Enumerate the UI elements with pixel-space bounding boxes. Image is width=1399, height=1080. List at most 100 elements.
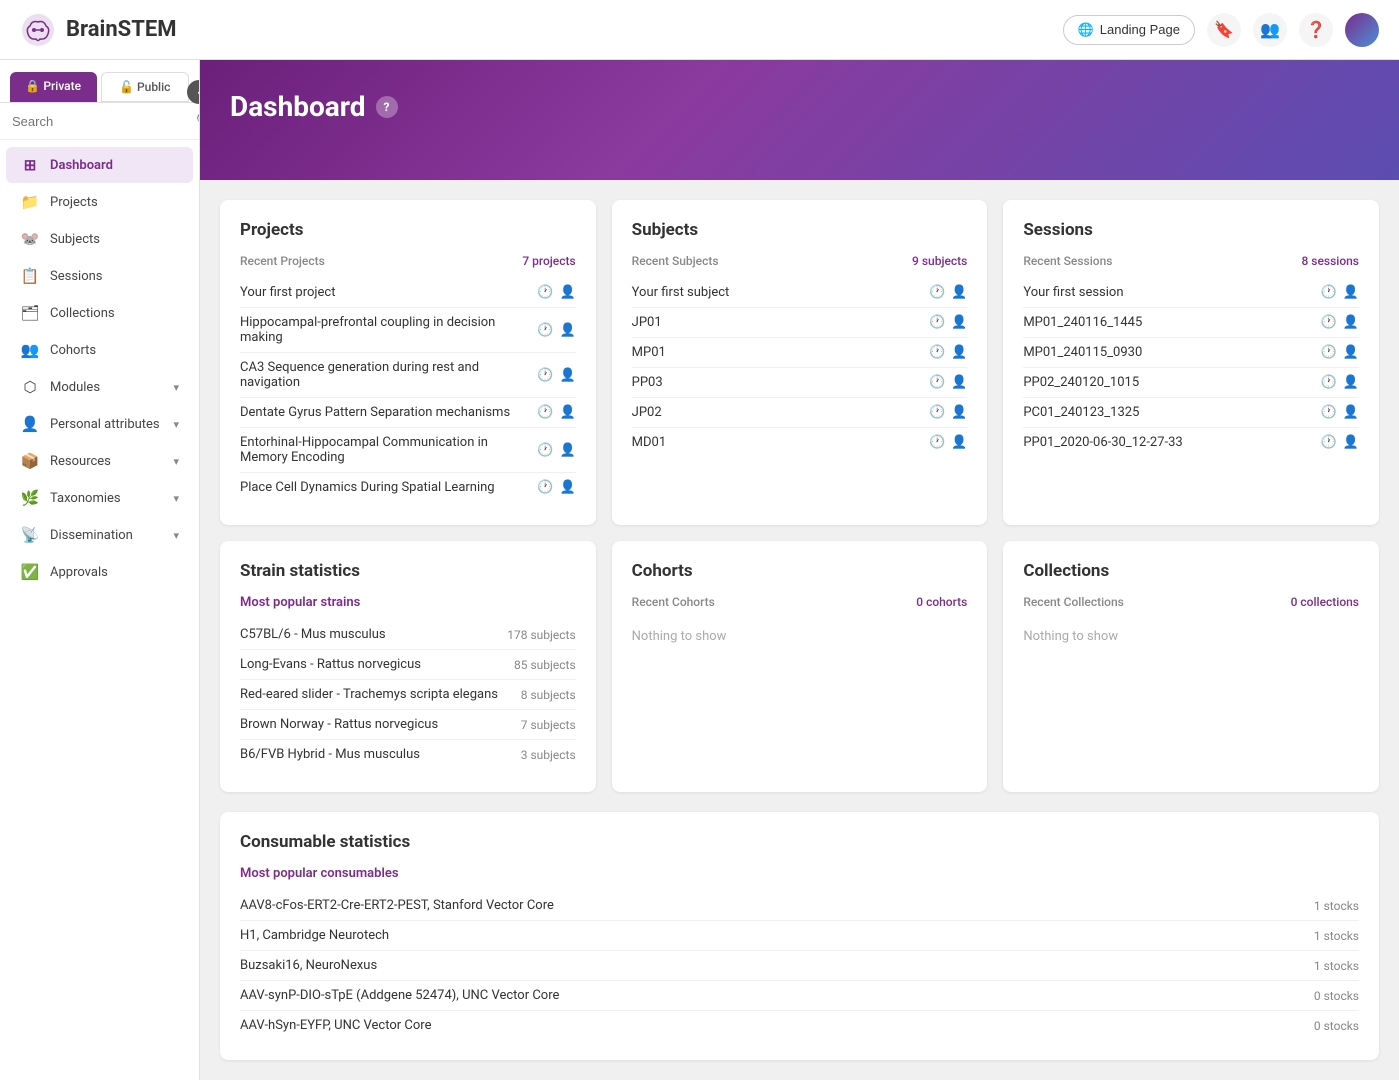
dashboard-help-icon[interactable]: ?: [376, 96, 398, 118]
user-icon: 👤: [951, 375, 967, 390]
subject-item[interactable]: JP02 🕐👤: [632, 398, 968, 428]
project-item[interactable]: Entorhinal-Hippocampal Communication in …: [240, 428, 576, 473]
subjects-card-title: Subjects: [632, 220, 968, 240]
lock-icon: 🔒: [25, 79, 40, 93]
strain-item[interactable]: Red-eared slider - Trachemys scripta ele…: [240, 680, 576, 710]
user-icon: 👤: [559, 480, 575, 495]
approvals-icon: ✅: [20, 563, 40, 581]
search-input[interactable]: [12, 114, 188, 129]
cohorts-icon: 👥: [20, 341, 40, 359]
sidebar-item-collections[interactable]: 🗂 Collections: [6, 295, 193, 331]
consumable-stats-subheader: Most popular consumables: [240, 866, 1359, 881]
clock-icon: 🕐: [929, 345, 945, 360]
dashboard-title: Dashboard ?: [230, 90, 1369, 123]
session-item[interactable]: MP01_240116_1445 🕐👤: [1023, 308, 1359, 338]
sessions-card-title: Sessions: [1023, 220, 1359, 240]
consumable-stats-card: Consumable statistics Most popular consu…: [220, 812, 1379, 1060]
cohorts-card-title: Cohorts: [632, 561, 968, 581]
consumable-stats-list: AAV8-cFos-ERT2-Cre-ERT2-PEST, Stanford V…: [240, 891, 1359, 1040]
strain-item[interactable]: Long-Evans - Rattus norvegicus 85 subjec…: [240, 650, 576, 680]
cohorts-empty: Nothing to show: [632, 619, 968, 654]
projects-section-label: Recent Projects: [240, 254, 325, 268]
clock-icon: 🕐: [929, 435, 945, 450]
tab-private[interactable]: 🔒 Private: [10, 72, 97, 102]
sidebar-item-modules[interactable]: ⬡ Modules ▾: [6, 369, 193, 405]
project-item[interactable]: Dentate Gyrus Pattern Separation mechani…: [240, 398, 576, 428]
cohorts-card: Cohorts Recent Cohorts 0 cohorts Nothing…: [612, 541, 988, 792]
session-item[interactable]: MP01_240115_0930 🕐👤: [1023, 338, 1359, 368]
navbar-actions: 🌐 Landing Page 🔖 👥 ❓: [1063, 13, 1379, 47]
help-button[interactable]: ❓: [1299, 13, 1333, 47]
sidebar-item-taxonomies[interactable]: 🌿 Taxonomies ▾: [6, 480, 193, 516]
collections-section-header: Recent Collections 0 collections: [1023, 595, 1359, 609]
subjects-section-label: Recent Subjects: [632, 254, 719, 268]
sidebar-item-dissemination[interactable]: 📡 Dissemination ▾: [6, 517, 193, 553]
user-icon: 👤: [559, 285, 575, 300]
clock-icon: 🕐: [537, 323, 553, 338]
public-lock-icon: 🔓: [119, 80, 134, 94]
user-icon: 👤: [559, 443, 575, 458]
dashboard-icon: ⊞: [20, 156, 40, 174]
logo-icon: [20, 12, 56, 48]
sidebar-item-projects[interactable]: 📁 Projects: [6, 184, 193, 220]
sessions-card: Sessions Recent Sessions 8 sessions Your…: [1003, 200, 1379, 525]
dissemination-chevron: ▾: [173, 529, 179, 542]
sidebar-item-approvals[interactable]: ✅ Approvals: [6, 554, 193, 590]
sidebar-item-resources[interactable]: 📦 Resources ▾: [6, 443, 193, 479]
sidebar-item-dashboard[interactable]: ⊞ Dashboard: [6, 147, 193, 183]
user-icon: 👤: [1343, 285, 1359, 300]
modules-icon: ⬡: [20, 378, 40, 396]
app-logo[interactable]: BrainSTEM: [20, 12, 1063, 48]
strain-item[interactable]: Brown Norway - Rattus norvegicus 7 subje…: [240, 710, 576, 740]
sidebar-tabs: 🔒 Private 🔓 Public: [0, 60, 199, 103]
sidebar-nav: ⊞ Dashboard 📁 Projects 🐭 Subjects 📋 Sess…: [0, 140, 199, 597]
strain-item[interactable]: B6/FVB Hybrid - Mus musculus 3 subjects: [240, 740, 576, 769]
landing-page-button[interactable]: 🌐 Landing Page: [1063, 15, 1195, 45]
collections-empty: Nothing to show: [1023, 619, 1359, 654]
consumable-item[interactable]: AAV8-cFos-ERT2-Cre-ERT2-PEST, Stanford V…: [240, 891, 1359, 921]
sidebar-item-cohorts[interactable]: 👥 Cohorts: [6, 332, 193, 368]
dashboard-header: Dashboard ?: [200, 60, 1399, 180]
project-item[interactable]: CA3 Sequence generation during rest and …: [240, 353, 576, 398]
project-item[interactable]: Place Cell Dynamics During Spatial Learn…: [240, 473, 576, 502]
avatar[interactable]: [1345, 13, 1379, 47]
session-item[interactable]: PP02_240120_1015 🕐👤: [1023, 368, 1359, 398]
project-item[interactable]: Your first project 🕐👤: [240, 278, 576, 308]
session-item[interactable]: PC01_240123_1325 🕐👤: [1023, 398, 1359, 428]
user-icon: 👤: [1343, 375, 1359, 390]
personal-attr-chevron: ▾: [173, 418, 179, 431]
consumable-item[interactable]: Buzsaki16, NeuroNexus 1 stocks: [240, 951, 1359, 981]
consumable-item[interactable]: AAV-synP-DIO-sTpE (Addgene 52474), UNC V…: [240, 981, 1359, 1011]
strain-stats-card: Strain statistics Most popular strains C…: [220, 541, 596, 792]
sidebar-item-personal-attributes[interactable]: 👤 Personal attributes ▾: [6, 406, 193, 442]
subject-item[interactable]: Your first subject 🕐👤: [632, 278, 968, 308]
clock-icon: 🕐: [537, 480, 553, 495]
subject-item[interactable]: MD01 🕐👤: [632, 428, 968, 457]
consumable-section: Consumable statistics Most popular consu…: [200, 812, 1399, 1080]
session-item[interactable]: Your first session 🕐👤: [1023, 278, 1359, 308]
projects-list: Your first project 🕐👤 Hippocampal-prefro…: [240, 278, 576, 502]
sidebar-item-sessions[interactable]: 📋 Sessions: [6, 258, 193, 294]
user-icon: 👤: [1343, 435, 1359, 450]
projects-section-count: 7 projects: [522, 254, 575, 268]
clock-icon: 🕐: [929, 315, 945, 330]
sidebar-search: 🔍: [0, 103, 199, 140]
session-item[interactable]: PP01_2020-06-30_12-27-33 🕐👤: [1023, 428, 1359, 457]
clock-icon: 🕐: [1321, 285, 1337, 300]
consumable-item[interactable]: AAV-hSyn-EYFP, UNC Vector Core 0 stocks: [240, 1011, 1359, 1040]
users-button[interactable]: 👥: [1253, 13, 1287, 47]
subject-item[interactable]: PP03 🕐👤: [632, 368, 968, 398]
subjects-list: Your first subject 🕐👤 JP01 🕐👤 MP01 🕐👤 PP…: [632, 278, 968, 457]
subjects-section-count: 9 subjects: [912, 254, 967, 268]
strain-item[interactable]: C57BL/6 - Mus musculus 178 subjects: [240, 620, 576, 650]
taxonomies-icon: 🌿: [20, 489, 40, 507]
projects-card: Projects Recent Projects 7 projects Your…: [220, 200, 596, 525]
project-item[interactable]: Hippocampal-prefrontal coupling in decis…: [240, 308, 576, 353]
consumable-item[interactable]: H1, Cambridge Neurotech 1 stocks: [240, 921, 1359, 951]
subject-item[interactable]: MP01 🕐👤: [632, 338, 968, 368]
subject-item[interactable]: JP01 🕐👤: [632, 308, 968, 338]
clock-icon: 🕐: [537, 443, 553, 458]
tab-public[interactable]: 🔓 Public: [101, 72, 190, 102]
sidebar-item-subjects[interactable]: 🐭 Subjects: [6, 221, 193, 257]
bookmark-button[interactable]: 🔖: [1207, 13, 1241, 47]
